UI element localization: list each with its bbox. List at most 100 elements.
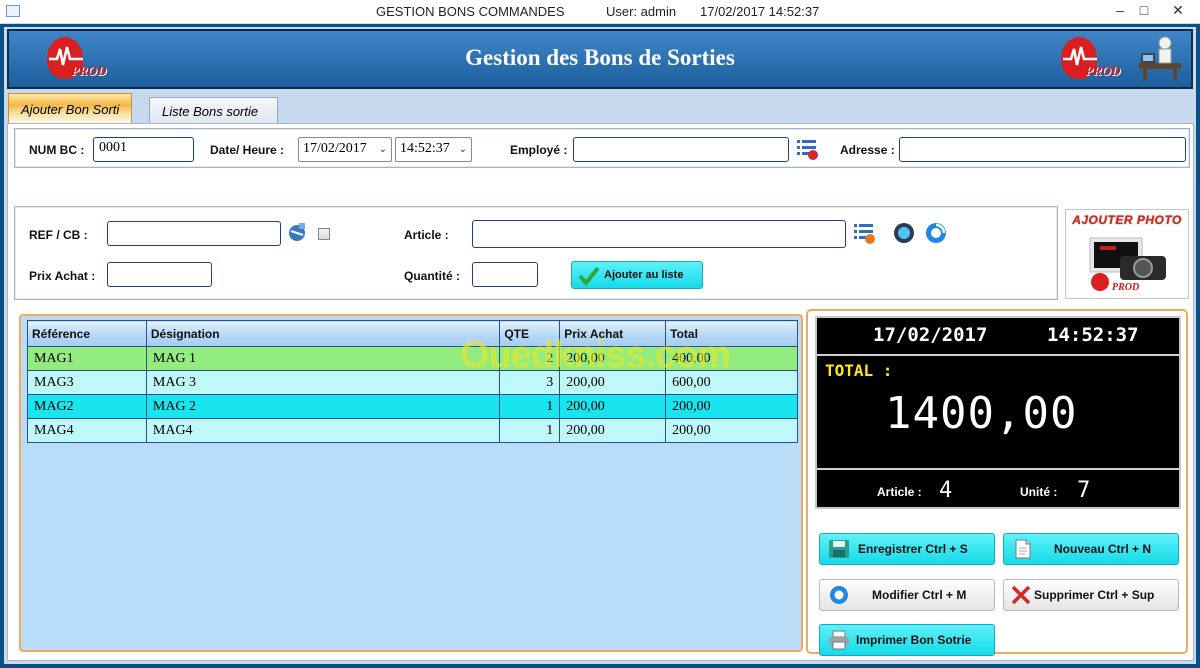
edit-refresh-icon bbox=[830, 586, 848, 604]
delete-x-icon bbox=[1011, 585, 1031, 605]
imprimer-label: Imprimer Bon Sotrie bbox=[856, 633, 972, 647]
cell-qte: 1 bbox=[499, 394, 561, 419]
cell-qte: 3 bbox=[499, 370, 561, 395]
save-icon bbox=[829, 540, 849, 558]
checkmark-icon bbox=[578, 266, 600, 286]
cell-prix-achat: 200,00 bbox=[559, 418, 667, 443]
new-document-icon bbox=[1015, 539, 1031, 559]
app-icon bbox=[6, 5, 20, 17]
table-row[interactable]: MAG1 MAG 1 2 200,00 400,00 bbox=[27, 346, 798, 371]
article-field[interactable] bbox=[472, 220, 846, 248]
cell-total: 200,00 bbox=[665, 418, 798, 443]
total-display: 17/02/2017 14:52:37 TOTAL : 1400,00 Arti… bbox=[815, 316, 1181, 509]
cell-total: 400,00 bbox=[665, 346, 798, 371]
cell-reference: MAG2 bbox=[27, 394, 147, 419]
cell-prix-achat: 200,00 bbox=[559, 346, 667, 371]
imprimer-button[interactable]: Imprimer Bon Sotrie bbox=[819, 624, 995, 656]
article-count-value: 4 bbox=[939, 478, 953, 503]
camera-photo-icon: PROD bbox=[1089, 237, 1166, 293]
employee-list-icon[interactable] bbox=[795, 137, 819, 161]
modifier-button[interactable]: Modifier Ctrl + M bbox=[819, 579, 995, 611]
app-body: PROD Gestion des Bons de Sorties PROD Aj… bbox=[4, 27, 1196, 664]
action-buttons: Enregistrer Ctrl + S Nouveau Ctrl + N Mo… bbox=[815, 517, 1181, 656]
quantite-label: Quantité : bbox=[404, 269, 460, 283]
add-photo-title: AJOUTER PHOTO bbox=[1072, 213, 1182, 227]
window-user: User: admin bbox=[606, 4, 677, 19]
app-frame: PROD Gestion des Bons de Sorties PROD Aj… bbox=[0, 24, 1200, 668]
column-header-prix-achat[interactable]: Prix Achat bbox=[559, 320, 667, 347]
header-banner: PROD Gestion des Bons de Sorties PROD bbox=[7, 29, 1193, 89]
employe-field[interactable] bbox=[573, 137, 789, 162]
modifier-label: Modifier Ctrl + M bbox=[872, 588, 967, 602]
record-icon[interactable] bbox=[892, 221, 916, 245]
refresh-icon[interactable] bbox=[924, 221, 948, 245]
tab-ajouter-bon-sorti[interactable]: Ajouter Bon Sorti bbox=[8, 93, 133, 126]
window-title: GESTION BONS COMMANDES bbox=[376, 4, 565, 19]
summary-panel: 17/02/2017 14:52:37 TOTAL : 1400,00 Arti… bbox=[806, 309, 1188, 656]
article-list-icon[interactable] bbox=[852, 221, 876, 245]
barcode-scanner-icon[interactable] bbox=[285, 221, 309, 245]
unite-count-value: 7 bbox=[1077, 478, 1091, 503]
cell-designation: MAG4 bbox=[145, 418, 501, 443]
nouveau-button[interactable]: Nouveau Ctrl + N bbox=[1003, 533, 1179, 565]
cell-qte: 2 bbox=[499, 346, 561, 371]
cell-designation: MAG 1 bbox=[145, 346, 501, 371]
column-header-designation[interactable]: Désignation bbox=[145, 320, 501, 347]
article-count-label: Article : bbox=[877, 485, 922, 499]
header-fields-panel: NUM BC : 0001 Date/ Heure : 17/02/2017 ⌄… bbox=[14, 128, 1190, 168]
unite-count-label: Unité : bbox=[1020, 485, 1058, 499]
office-worker-icon bbox=[1139, 36, 1181, 81]
cell-qte: 1 bbox=[499, 418, 561, 443]
page-title: Gestion des Bons de Sorties bbox=[465, 45, 735, 70]
items-grid-panel: Référence Désignation QTE Prix Achat Tot… bbox=[19, 314, 803, 652]
date-value: 17/02/2017 bbox=[303, 141, 367, 156]
company-logo-right: PROD bbox=[1055, 33, 1135, 85]
time-picker[interactable]: 14:52:37 ⌄ bbox=[395, 137, 472, 162]
cell-designation: MAG 2 bbox=[145, 394, 501, 419]
supprimer-button[interactable]: Supprimer Ctrl + Sup bbox=[1003, 579, 1179, 611]
num-bc-label: NUM BC : bbox=[29, 143, 85, 157]
prix-achat-field[interactable] bbox=[107, 262, 212, 287]
date-picker[interactable]: 17/02/2017 ⌄ bbox=[298, 137, 392, 162]
close-button[interactable]: ✕ bbox=[1158, 0, 1198, 22]
enregistrer-button[interactable]: Enregistrer Ctrl + S bbox=[819, 533, 995, 565]
total-value: 1400,00 bbox=[885, 388, 1078, 439]
logo-text: PROD bbox=[1085, 63, 1121, 78]
nouveau-label: Nouveau Ctrl + N bbox=[1054, 542, 1152, 556]
num-bc-field[interactable]: 0001 bbox=[93, 137, 194, 162]
items-table: Référence Désignation QTE Prix Achat Tot… bbox=[27, 320, 798, 443]
column-header-total[interactable]: Total bbox=[665, 320, 798, 347]
table-row[interactable]: MAG4 MAG4 1 200,00 200,00 bbox=[27, 418, 798, 443]
cell-prix-achat: 200,00 bbox=[559, 370, 667, 395]
article-fields-panel: REF / CB : Article : Prix Achat: Quanti… bbox=[14, 206, 1058, 300]
logo-text: PROD bbox=[1112, 282, 1139, 293]
table-header-row: Référence Désignation QTE Prix Achat Tot… bbox=[27, 320, 798, 347]
cell-total: 200,00 bbox=[665, 394, 798, 419]
display-date: 17/02/2017 bbox=[873, 324, 988, 346]
ajouter-au-liste-label: Ajouter au liste bbox=[604, 269, 684, 281]
quantite-field[interactable] bbox=[472, 262, 538, 287]
enregistrer-label: Enregistrer Ctrl + S bbox=[858, 542, 968, 556]
time-value: 14:52:37 bbox=[400, 141, 450, 156]
ajouter-au-liste-button[interactable]: Ajouter au liste bbox=[571, 261, 703, 289]
cell-total: 600,00 bbox=[665, 370, 798, 395]
column-header-qte[interactable]: QTE bbox=[499, 320, 561, 347]
display-time: 14:52:37 bbox=[1047, 324, 1139, 346]
add-photo-box[interactable]: AJOUTER PHOTO PROD bbox=[1065, 209, 1189, 299]
tab-content: NUM BC : 0001 Date/ Heure : 17/02/2017 ⌄… bbox=[7, 123, 1194, 661]
window-titlebar: GESTION BONS COMMANDES User: admin 17/02… bbox=[0, 0, 1200, 24]
cell-reference: MAG1 bbox=[27, 346, 147, 371]
table-row[interactable]: MAG3 MAG 3 3 200,00 600,00 bbox=[27, 370, 798, 395]
column-header-reference[interactable]: Référence bbox=[27, 320, 147, 347]
ref-cb-field[interactable] bbox=[107, 221, 281, 246]
adresse-field[interactable] bbox=[899, 137, 1186, 162]
prix-achat-label: Prix Achat : bbox=[29, 269, 96, 283]
supprimer-label: Supprimer Ctrl + Sup bbox=[1034, 588, 1155, 602]
article-label: Article : bbox=[404, 228, 449, 242]
ref-cb-label: REF / CB : bbox=[29, 228, 88, 242]
tab-liste-bons-sortie[interactable]: Liste Bons sortie bbox=[149, 97, 278, 126]
ref-checkbox[interactable] bbox=[318, 228, 330, 240]
table-row[interactable]: MAG2 MAG 2 1 200,00 200,00 bbox=[27, 394, 798, 419]
cell-reference: MAG3 bbox=[27, 370, 147, 395]
chevron-down-icon: ⌄ bbox=[458, 144, 467, 155]
